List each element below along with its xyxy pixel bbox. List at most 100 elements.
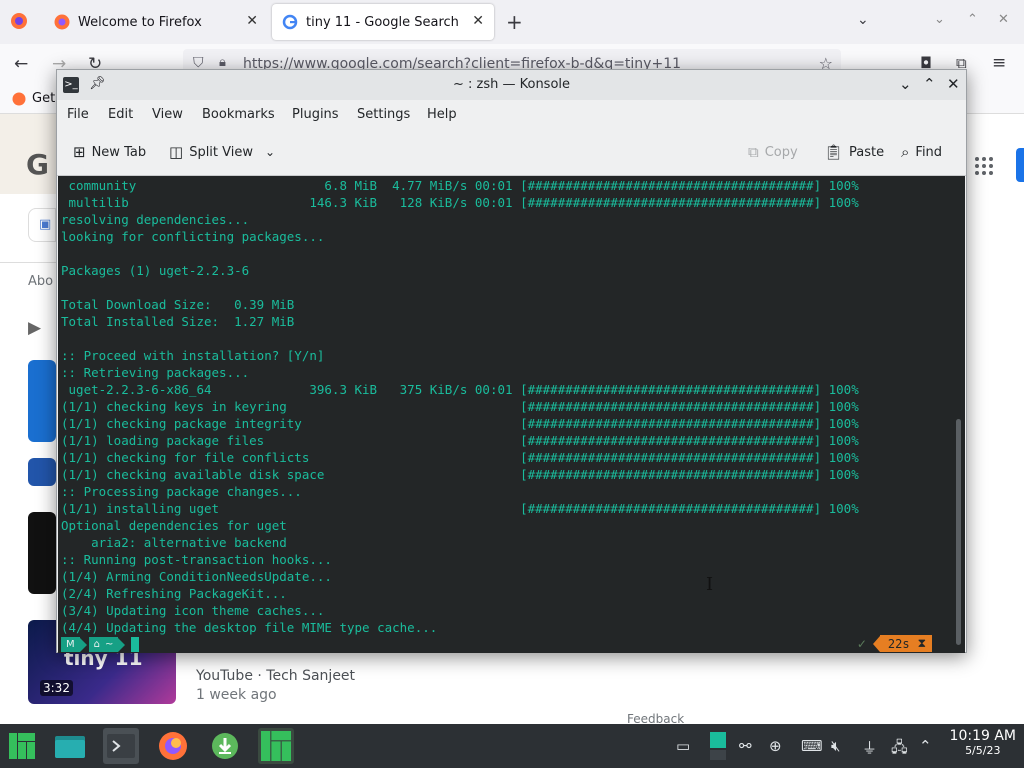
menu-icon[interactable]: ≡ — [992, 53, 1006, 73]
lock-icon: 🔒︎ — [219, 55, 226, 70]
elapsed-time: 22s — [887, 636, 910, 651]
folder-icon — [55, 736, 85, 758]
video-age: 1 week ago — [196, 687, 277, 703]
back-icon[interactable]: ← — [14, 54, 28, 74]
find-button[interactable]: ⌕ Find — [901, 143, 942, 161]
menu-view[interactable]: View — [152, 107, 183, 122]
chevron-up-icon[interactable]: ⌃ — [919, 737, 932, 755]
prompt-separator — [118, 637, 126, 652]
taskbar-uget[interactable] — [207, 728, 243, 764]
digital-clock[interactable]: 10:19 AM 5/5/23 — [950, 728, 1016, 757]
terminal-line: (1/1) checking package integrity [######… — [61, 416, 859, 431]
menu-settings[interactable]: Settings — [357, 107, 410, 122]
paste-button[interactable]: 📋︎ Paste — [824, 143, 884, 161]
firefox-favicon-icon — [54, 14, 70, 30]
terminal-line: (1/4) Arming ConditionNeedsUpdate... — [61, 569, 332, 584]
firefox-favicon-icon — [12, 92, 26, 106]
elapsed-time-segment: 22s ⧗ — [879, 635, 932, 652]
terminal-line: Packages (1) uget-2.2.3-6 — [61, 263, 250, 278]
sign-in-button[interactable] — [1016, 148, 1024, 182]
video-thumbnail[interactable] — [28, 512, 56, 594]
find-label: Find — [915, 144, 943, 160]
terminal-view[interactable]: community 6.8 MiB 4.77 MiB/s 00:01 [####… — [58, 176, 965, 653]
clock-date: 5/5/23 — [965, 744, 1001, 757]
new-tab-button[interactable]: + — [506, 10, 523, 34]
minimize-icon[interactable]: ⌄ — [934, 12, 945, 27]
text-cursor-pointer-icon: I — [706, 574, 714, 595]
video-thumbnail[interactable] — [28, 458, 56, 486]
new-tab-button[interactable]: ⊞ New Tab — [73, 143, 146, 161]
terminal-line: (2/4) Refreshing PackageKit... — [61, 586, 287, 601]
show-desktop-icon[interactable]: ▭ — [676, 737, 690, 755]
menu-help[interactable]: Help — [427, 107, 457, 122]
terminal-line: looking for conflicting packages... — [61, 229, 325, 244]
terminal-line: (1/1) checking keys in keyring [########… — [61, 399, 859, 414]
close-icon[interactable]: ✕ — [472, 13, 484, 29]
copy-button[interactable]: ⧉ Copy — [748, 143, 798, 161]
minimize-icon[interactable]: ⌄ — [899, 75, 912, 93]
terminal-line: Optional dependencies for uget — [61, 518, 287, 533]
video-source: YouTube · Tech Sanjeet — [196, 668, 356, 684]
video-duration: 3:32 — [40, 680, 73, 696]
close-window-icon[interactable]: ✕ — [998, 12, 1009, 27]
chevron-down-icon: ⌄ — [265, 145, 276, 159]
scrollbar[interactable] — [956, 419, 961, 645]
cwd-segment: ~ — [105, 637, 119, 652]
text-cursor — [131, 637, 140, 652]
terminal-line: (4/4) Updating the desktop file MIME typ… — [61, 620, 438, 635]
tab-label: tiny 11 - Google Search — [306, 14, 459, 30]
manjaro-logo-icon — [261, 731, 291, 761]
menu-plugins[interactable]: Plugins — [292, 107, 339, 122]
terminal-line: (3/4) Updating icon theme caches... — [61, 603, 325, 618]
network-icon[interactable]: 🖧︎ — [891, 737, 908, 762]
taskbar-manjaro-hello[interactable] — [258, 728, 294, 764]
terminal-line: multilib 146.3 KiB 128 KiB/s 00:01 [####… — [61, 195, 859, 210]
menu-file[interactable]: File — [67, 107, 89, 122]
menu-bookmarks[interactable]: Bookmarks — [202, 107, 275, 122]
terminal-line: (1/1) installing uget [#################… — [61, 501, 859, 516]
paste-icon: 📋︎ — [824, 143, 844, 161]
video-thumbnail[interactable] — [28, 360, 56, 442]
terminal-line: :: Processing package changes... — [61, 484, 302, 499]
video-result-icon: ▶ — [28, 318, 42, 338]
terminal-line: aria2: alternative backend — [61, 535, 287, 550]
clock-time: 10:19 AM — [949, 728, 1016, 744]
terminal-line: :: Running post-transaction hooks... — [61, 552, 332, 567]
bookmark-get-started[interactable]: Get — [32, 91, 55, 106]
close-icon[interactable]: ✕ — [246, 13, 258, 29]
window-title: ~ : zsh — Konsole — [452, 77, 571, 92]
taskbar-konsole[interactable] — [103, 728, 139, 764]
copy-label: Copy — [764, 144, 798, 160]
maximize-icon[interactable]: ⌃ — [923, 75, 936, 93]
tab-welcome-firefox[interactable]: Welcome to Firefox ✕ — [44, 4, 268, 40]
list-tabs-icon[interactable]: ⌄ — [857, 12, 869, 28]
new-tab-label: New Tab — [91, 144, 147, 160]
manjaro-logo-icon — [9, 733, 35, 759]
updates-icon[interactable]: ⊕ — [769, 737, 782, 755]
terminal-line: (1/1) loading package files [###########… — [61, 433, 859, 448]
taskbar-file-manager[interactable] — [52, 728, 88, 764]
tab-google-search[interactable]: tiny 11 - Google Search ✕ — [272, 4, 494, 40]
taskbar-firefox[interactable] — [155, 728, 191, 764]
paste-label: Paste — [849, 144, 885, 160]
konsole-titlebar[interactable]: >_ 📌︎ ~ : zsh — Konsole ⌄ ⌃ ✕ — [57, 70, 966, 100]
menu-edit[interactable]: Edit — [108, 107, 133, 122]
os-logo-segment: M — [61, 637, 80, 652]
pager-desktop — [710, 750, 726, 760]
firefox-view-icon[interactable] — [10, 12, 28, 35]
hourglass-icon: ⧗ — [917, 636, 926, 650]
application-launcher-button[interactable] — [4, 728, 40, 764]
terminal-line: :: Retrieving packages... — [61, 365, 250, 380]
kde-connect-icon[interactable]: ⚯ — [739, 737, 752, 755]
pager-icon[interactable] — [710, 732, 726, 760]
terminal-line: Total Installed Size: 1.27 MiB — [61, 314, 295, 329]
usb-device-icon[interactable]: ⏚ — [862, 737, 877, 758]
search-tools-chip[interactable]: ▣ — [28, 208, 56, 242]
konsole-tray-icon[interactable]: ⌨ — [801, 737, 823, 755]
apps-grid-icon — [975, 157, 993, 175]
maximize-icon[interactable]: ⌃ — [967, 12, 978, 27]
close-icon[interactable]: ✕ — [947, 75, 960, 93]
split-view-button[interactable]: ◫ Split View ⌄ — [169, 143, 275, 161]
volume-muted-icon[interactable]: 🔇︎ — [831, 737, 840, 755]
google-apps-button[interactable] — [974, 156, 994, 176]
